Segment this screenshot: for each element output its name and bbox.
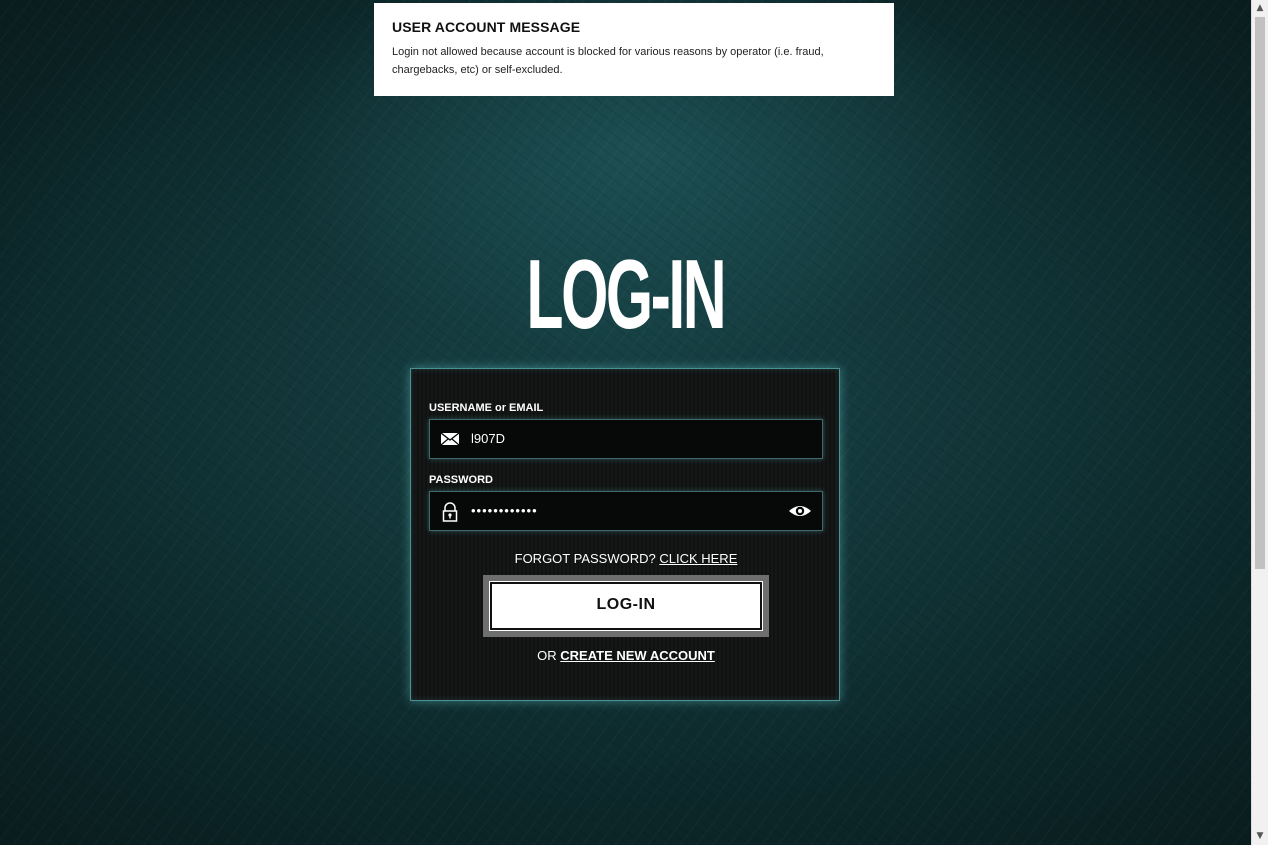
forgot-password-link[interactable]: CLICK HERE — [659, 551, 737, 566]
forgot-password-text: FORGOT PASSWORD? — [514, 551, 656, 566]
vertical-scrollbar[interactable]: ▲ ▼ — [1251, 0, 1268, 845]
create-account: OR CREATE NEW ACCOUNT — [411, 648, 841, 663]
password-field[interactable]: •••••••••••• — [429, 491, 823, 531]
login-panel: USERNAME or EMAIL l907D PASSWORD •••••••… — [410, 368, 840, 701]
lock-icon — [440, 502, 460, 522]
message-title: USER ACCOUNT MESSAGE — [392, 19, 581, 35]
scroll-up-icon[interactable]: ▲ — [1252, 0, 1268, 17]
user-account-message: USER ACCOUNT MESSAGE Login not allowed b… — [374, 3, 894, 96]
password-label: PASSWORD — [429, 474, 493, 486]
scrollbar-thumb[interactable] — [1255, 17, 1265, 569]
login-button-frame: LOG-IN — [483, 575, 769, 637]
username-label: USERNAME or EMAIL — [429, 402, 544, 414]
page-title: LOG-IN — [526, 239, 726, 349]
envelope-icon — [440, 430, 460, 448]
message-body: Login not allowed because account is blo… — [392, 46, 824, 76]
username-field[interactable]: l907D — [429, 419, 823, 459]
password-value: •••••••••••• — [471, 503, 538, 518]
username-value: l907D — [471, 431, 505, 446]
scroll-down-icon[interactable]: ▼ — [1252, 828, 1268, 845]
or-text: OR — [537, 648, 557, 663]
create-account-link[interactable]: CREATE NEW ACCOUNT — [560, 648, 715, 663]
forgot-password: FORGOT PASSWORD? CLICK HERE — [411, 551, 841, 566]
login-button[interactable]: LOG-IN — [490, 582, 762, 630]
eye-icon[interactable] — [788, 502, 812, 520]
